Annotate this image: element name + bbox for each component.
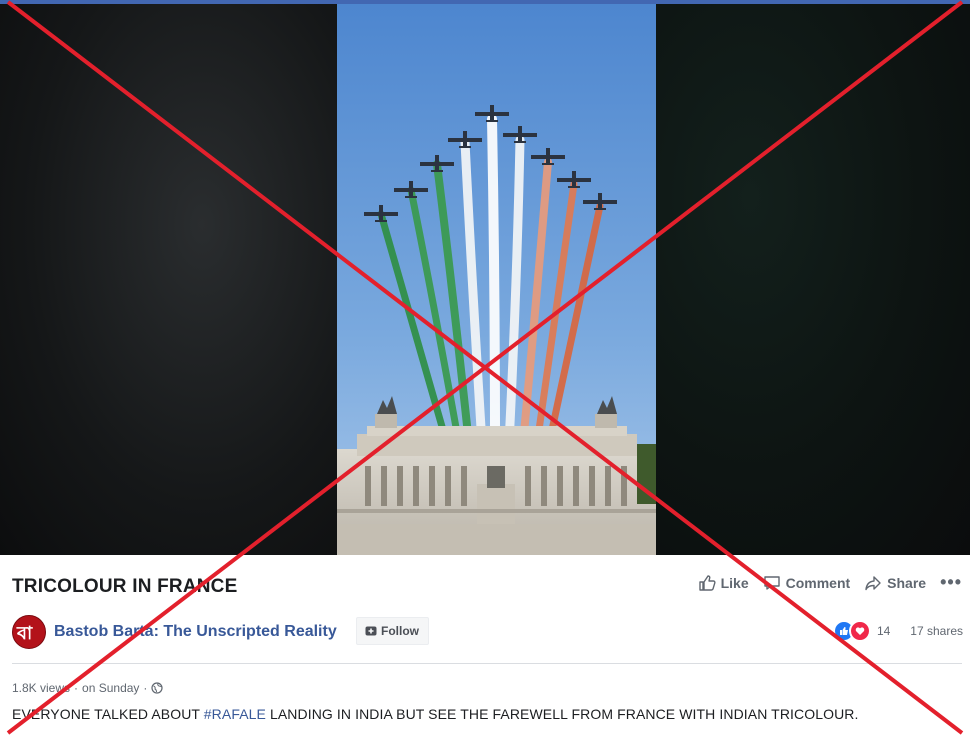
- post-time[interactable]: on Sunday: [82, 681, 139, 695]
- follow-button[interactable]: Follow: [356, 617, 429, 645]
- share-button[interactable]: Share: [864, 574, 926, 592]
- share-label: Share: [887, 574, 927, 591]
- love-reaction-icon: [849, 620, 871, 642]
- post-title: TRICOLOUR IN FRANCE: [12, 576, 238, 597]
- meta-separator-2: ·: [143, 681, 148, 695]
- globe-icon: [151, 682, 164, 694]
- thumbs-up-icon: [698, 574, 716, 591]
- flyover-video-frame-icon: [337, 4, 656, 555]
- caption-text-end: LANDING IN INDIA BUT SEE THE FAREWELL FR…: [265, 706, 859, 722]
- reactions-summary[interactable]: 14: [833, 620, 890, 642]
- comment-icon: [763, 575, 780, 590]
- video-blur-left: [0, 4, 337, 555]
- view-count: 1.8K views: [12, 681, 71, 695]
- video-blur-right: [656, 4, 970, 555]
- video-frame: [337, 4, 656, 555]
- caption-text-start: EVERYONE TALKED ABOUT: [12, 706, 204, 722]
- hashtag-link[interactable]: #RAFALE: [204, 706, 266, 722]
- post-caption: EVERYONE TALKED ABOUT #RAFALE LANDING IN…: [12, 706, 859, 722]
- shares-count[interactable]: 17 shares: [910, 624, 963, 638]
- comment-label: Comment: [785, 574, 851, 591]
- video-player[interactable]: [0, 4, 970, 555]
- divider: [12, 663, 962, 664]
- more-options-button[interactable]: •••: [940, 572, 962, 593]
- like-button[interactable]: Like: [698, 574, 749, 592]
- post-actions: Like Comment Share •••: [698, 572, 962, 593]
- reaction-count: 14: [877, 624, 891, 638]
- author-row: বা Bastob Barta: The Unscripted Reality: [12, 615, 337, 649]
- meta-separator: ·: [74, 681, 79, 695]
- avatar[interactable]: বা: [12, 615, 46, 649]
- follow-label: Follow: [381, 624, 419, 638]
- avatar-logo-text: বা: [17, 623, 33, 643]
- follow-plus-icon: [365, 626, 377, 636]
- comment-button[interactable]: Comment: [763, 574, 851, 592]
- share-arrow-icon: [865, 575, 881, 590]
- post-meta: 1.8K views · on Sunday ·: [12, 681, 164, 695]
- like-label: Like: [720, 574, 749, 591]
- page-name-link[interactable]: Bastob Barta: The Unscripted Reality: [54, 623, 337, 641]
